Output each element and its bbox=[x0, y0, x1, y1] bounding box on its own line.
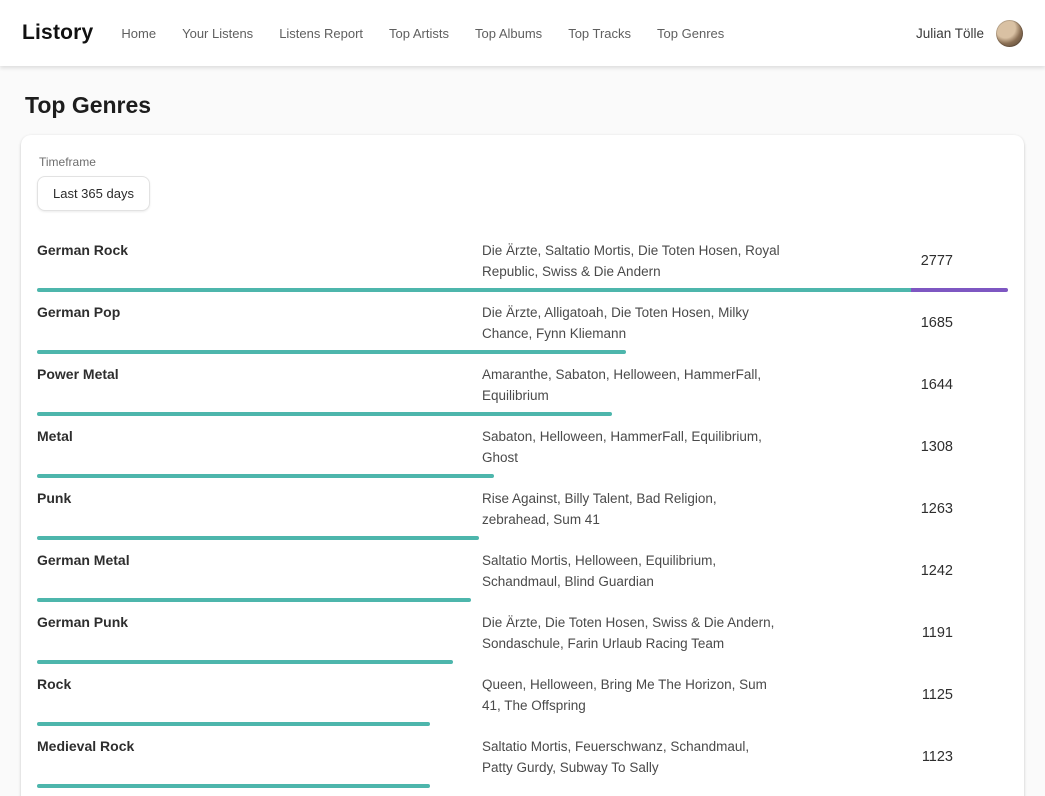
genre-count: 1123 bbox=[782, 749, 1008, 765]
table-row: Punk Rise Against, Billy Talent, Bad Rel… bbox=[37, 483, 1008, 545]
table-row: Metal Sabaton, Helloween, HammerFall, Eq… bbox=[37, 421, 1008, 483]
genre-progress-bar bbox=[37, 598, 471, 602]
genre-progress-bar bbox=[37, 784, 430, 788]
genre-artists: Queen, Helloween, Bring Me The Horizon, … bbox=[482, 674, 782, 716]
genre-count: 1644 bbox=[782, 377, 1008, 393]
app-logo[interactable]: Listory bbox=[22, 21, 93, 45]
genre-name: Metal bbox=[37, 426, 482, 468]
genre-artists: Saltatio Mortis, Feuerschwanz, Schandmau… bbox=[482, 736, 782, 778]
genre-name: German Punk bbox=[37, 612, 482, 654]
nav-link-top-genres[interactable]: Top Genres bbox=[657, 26, 724, 41]
genre-name: German Rock bbox=[37, 240, 482, 282]
timeframe-select[interactable]: Last 365 days bbox=[37, 176, 150, 211]
genre-count: 1125 bbox=[782, 687, 1008, 703]
genre-progress-bar bbox=[37, 288, 1008, 292]
nav-link-top-artists[interactable]: Top Artists bbox=[389, 26, 449, 41]
table-row: German Pop Die Ärzte, Alligatoah, Die To… bbox=[37, 297, 1008, 359]
nav-link-your-listens[interactable]: Your Listens bbox=[182, 26, 253, 41]
genre-name: Rock bbox=[37, 674, 482, 716]
user-name: Julian Tölle bbox=[916, 26, 984, 41]
table-row: Rock Queen, Helloween, Bring Me The Hori… bbox=[37, 669, 1008, 731]
genre-artists: Saltatio Mortis, Helloween, Equilibrium,… bbox=[482, 550, 782, 592]
genre-artists: Amaranthe, Sabaton, Helloween, HammerFal… bbox=[482, 364, 782, 406]
table-row: Power Metal Amaranthe, Sabaton, Hellowee… bbox=[37, 359, 1008, 421]
genre-name: Punk bbox=[37, 488, 482, 530]
genre-progress-bar bbox=[37, 722, 430, 726]
page-content: Top Genres Timeframe Last 365 days Germa… bbox=[0, 92, 1045, 796]
table-row: German Rock Die Ärzte, Saltatio Mortis, … bbox=[37, 235, 1008, 297]
page-title: Top Genres bbox=[25, 92, 1024, 119]
table-row: German Punk Die Ärzte, Die Toten Hosen, … bbox=[37, 607, 1008, 669]
genre-count: 1685 bbox=[782, 315, 1008, 331]
genre-count: 1308 bbox=[782, 439, 1008, 455]
genre-count: 1263 bbox=[782, 501, 1008, 517]
timeframe-label: Timeframe bbox=[39, 155, 1008, 169]
genre-artists: Die Ärzte, Saltatio Mortis, Die Toten Ho… bbox=[482, 240, 782, 282]
genre-name: German Pop bbox=[37, 302, 482, 344]
user-avatar[interactable] bbox=[996, 20, 1023, 47]
genre-count: 1191 bbox=[782, 625, 1008, 641]
genre-progress-bar bbox=[37, 412, 612, 416]
genre-count: 1242 bbox=[782, 563, 1008, 579]
table-row: Medieval Rock Saltatio Mortis, Feuerschw… bbox=[37, 731, 1008, 793]
main-nav: Home Your Listens Listens Report Top Art… bbox=[121, 26, 916, 41]
nav-link-top-tracks[interactable]: Top Tracks bbox=[568, 26, 631, 41]
genre-progress-bar bbox=[37, 350, 626, 354]
genre-progress-bar bbox=[37, 660, 453, 664]
table-row: German Metal Saltatio Mortis, Helloween,… bbox=[37, 545, 1008, 607]
genre-artists: Rise Against, Billy Talent, Bad Religion… bbox=[482, 488, 782, 530]
genre-artists: Die Ärzte, Alligatoah, Die Toten Hosen, … bbox=[482, 302, 782, 344]
genre-progress-bar bbox=[37, 474, 494, 478]
genre-name: Medieval Rock bbox=[37, 736, 482, 778]
top-genres-card: Timeframe Last 365 days German Rock Die … bbox=[21, 135, 1024, 796]
genre-name: Power Metal bbox=[37, 364, 482, 406]
nav-link-home[interactable]: Home bbox=[121, 26, 156, 41]
user-area: Julian Tölle bbox=[916, 20, 1023, 47]
nav-link-top-albums[interactable]: Top Albums bbox=[475, 26, 542, 41]
top-navigation-bar: Listory Home Your Listens Listens Report… bbox=[0, 0, 1045, 66]
genre-progress-bar bbox=[37, 536, 479, 540]
genre-artists: Die Ärzte, Die Toten Hosen, Swiss & Die … bbox=[482, 612, 782, 654]
nav-link-listens-report[interactable]: Listens Report bbox=[279, 26, 363, 41]
genre-artists: Sabaton, Helloween, HammerFall, Equilibr… bbox=[482, 426, 782, 468]
genre-table: German Rock Die Ärzte, Saltatio Mortis, … bbox=[37, 235, 1008, 796]
genre-count: 2777 bbox=[782, 253, 1008, 269]
genre-name: German Metal bbox=[37, 550, 482, 592]
